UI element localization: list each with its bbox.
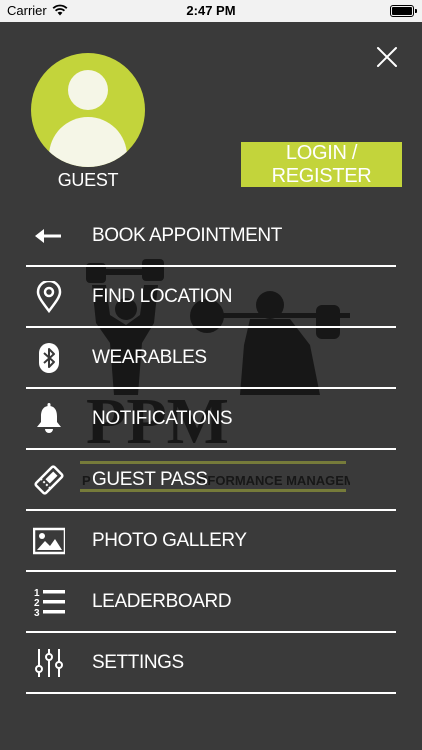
bluetooth-icon [33,342,65,374]
menu-list: BOOK APPOINTMENT FIND LOCATION WEARABLES… [26,206,396,694]
menu-item-leaderboard[interactable]: 123 LEADERBOARD [26,572,396,633]
side-menu-screen: Carrier 2:47 PM GUEST LOGIN / REGISTER P… [0,0,422,750]
menu-item-notifications[interactable]: NOTIFICATIONS [26,389,396,450]
menu-item-book-appointment[interactable]: BOOK APPOINTMENT [26,206,396,267]
avatar[interactable] [31,53,145,167]
menu-item-label: LEADERBOARD [92,591,232,612]
login-register-button[interactable]: LOGIN / REGISTER [241,142,402,187]
avatar-body-shape [49,117,127,167]
svg-text:3: 3 [34,608,40,618]
location-pin-icon [33,279,65,314]
menu-item-label: SETTINGS [92,652,184,673]
menu-item-guest-pass[interactable]: GUEST PASS [26,450,396,511]
menu-item-label: WEARABLES [92,347,207,368]
menu-item-label: GUEST PASS [92,469,208,490]
bell-icon [33,403,65,435]
sliders-icon [33,647,65,679]
close-icon[interactable] [375,45,399,69]
menu-item-label: NOTIFICATIONS [92,408,233,429]
menu-item-wearables[interactable]: WEARABLES [26,328,396,389]
clock: 2:47 PM [186,3,236,18]
menu-item-label: PHOTO GALLERY [92,530,247,551]
arrow-left-icon [33,220,65,252]
menu-item-label: FIND LOCATION [92,286,233,307]
status-bar: Carrier 2:47 PM [0,0,422,22]
menu-item-settings[interactable]: SETTINGS [26,633,396,694]
numbered-list-icon: 123 [33,586,65,619]
profile-name: GUEST [57,170,119,190]
battery-icon [390,5,417,17]
image-icon [32,525,67,557]
menu-item-photo-gallery[interactable]: PHOTO GALLERY [26,511,396,572]
avatar-head-shape [68,70,108,110]
menu-item-label: BOOK APPOINTMENT [92,225,282,246]
ticket-icon [33,464,65,496]
menu-item-find-location[interactable]: FIND LOCATION [26,267,396,328]
